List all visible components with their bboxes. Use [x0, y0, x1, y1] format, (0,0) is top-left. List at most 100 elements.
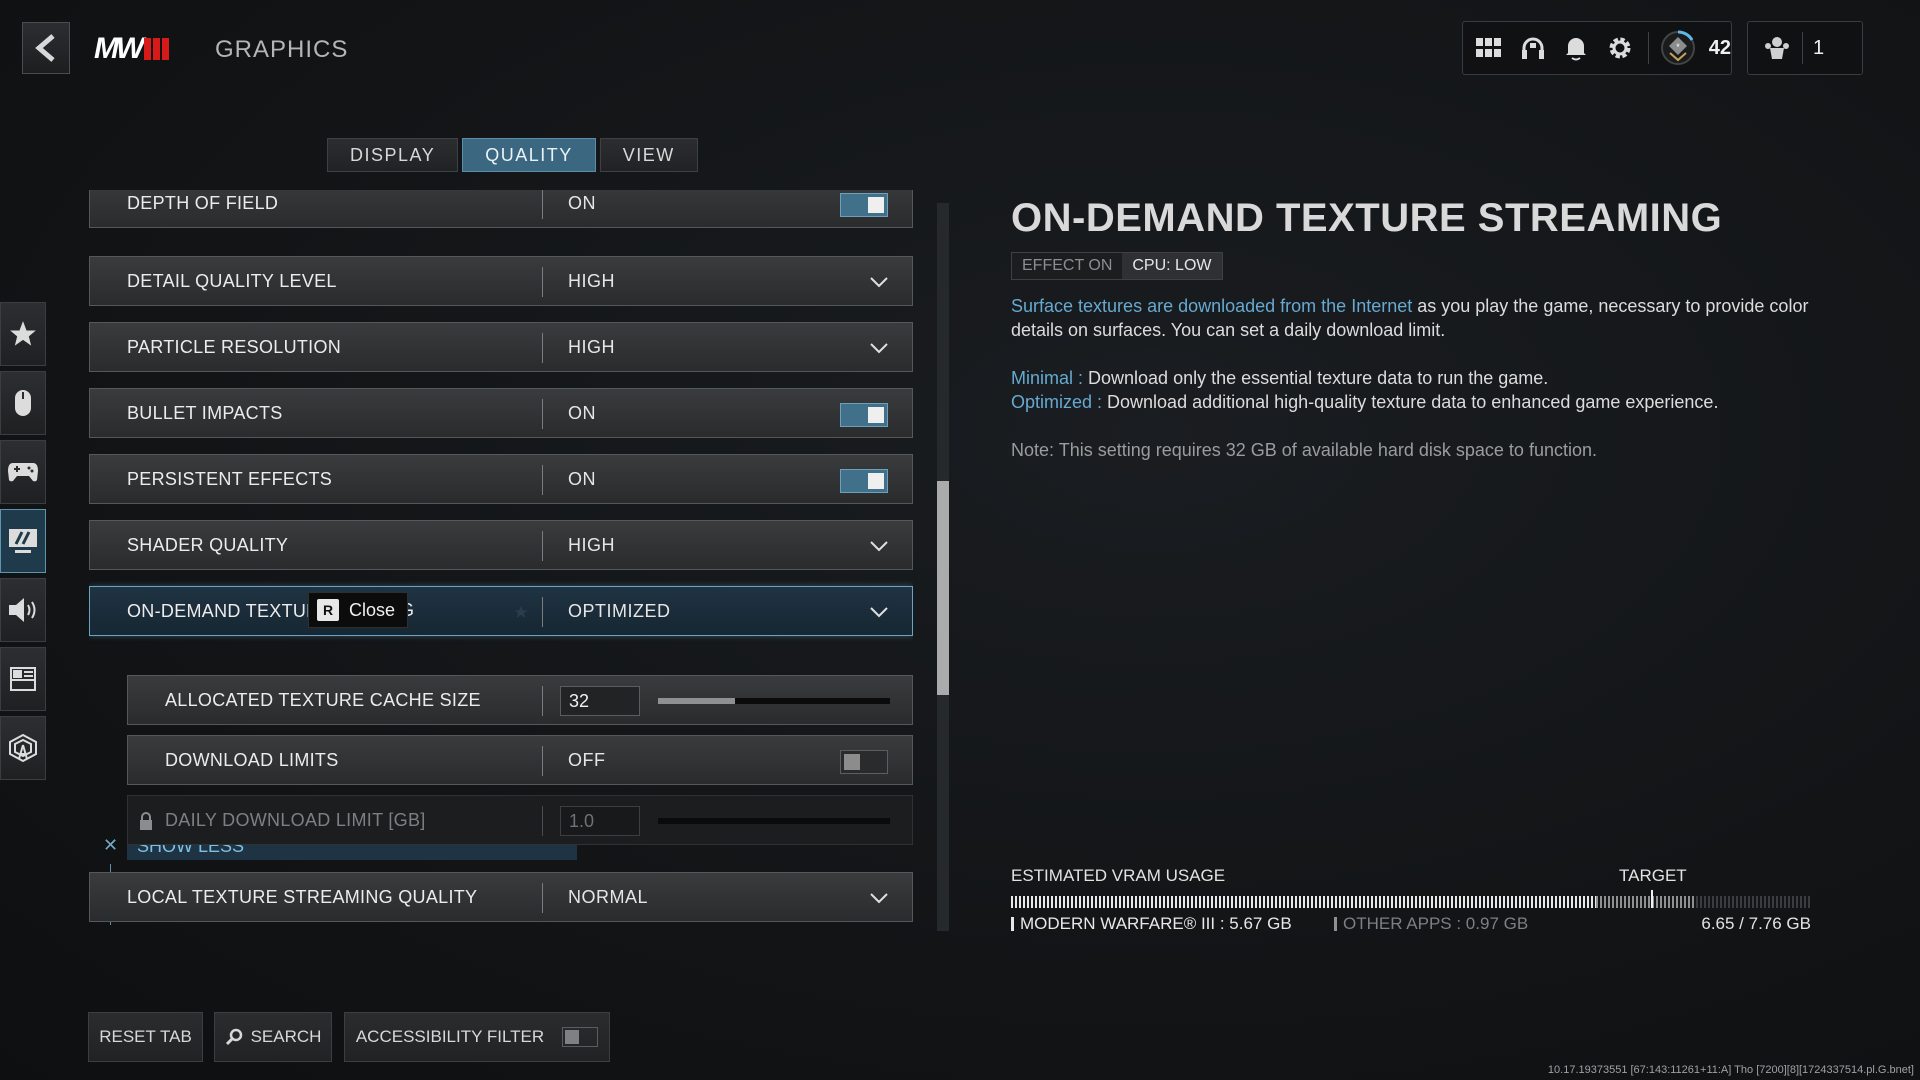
- setting-label: ALLOCATED TEXTURE CACHE SIZE: [165, 689, 481, 710]
- chevron-down-icon[interactable]: [868, 535, 890, 557]
- sidebar-item-controller[interactable]: [0, 440, 46, 504]
- sidebar-item-interface[interactable]: [0, 647, 46, 711]
- cpu-badge: CPU: LOW: [1122, 253, 1222, 279]
- detail-option-optimized: Optimized : Download additional high-qua…: [1011, 390, 1811, 414]
- chevron-left-icon: [35, 34, 55, 62]
- setting-value: HIGH: [568, 336, 615, 357]
- back-button[interactable]: [22, 22, 70, 74]
- reset-tab-button[interactable]: RESET TAB: [88, 1012, 203, 1062]
- settings-tabs: DISPLAY QUALITY VIEW: [327, 138, 698, 172]
- bullet-impacts-toggle[interactable]: [840, 403, 888, 427]
- row-divider: [542, 883, 543, 913]
- tab-quality[interactable]: QUALITY: [462, 138, 596, 172]
- row-divider: [542, 746, 543, 776]
- row-divider: [542, 267, 543, 297]
- cache-size-slider[interactable]: [658, 698, 890, 704]
- legend-swatch: [1011, 917, 1014, 931]
- monitor-icon: [9, 529, 37, 553]
- chevron-down-icon[interactable]: [868, 887, 890, 909]
- impact-badges: EFFECT ON CPU: LOW: [1011, 252, 1223, 280]
- sidebar-item-network[interactable]: [0, 716, 46, 780]
- slider-fill: [658, 698, 735, 704]
- setting-download-limits[interactable]: DOWNLOAD LIMITS OFF: [127, 735, 913, 785]
- setting-label: DEPTH OF FIELD: [127, 192, 279, 213]
- setting-value: ON: [568, 192, 596, 213]
- game-logo: MW: [94, 32, 170, 65]
- row-divider: [542, 465, 543, 495]
- page-title: GRAPHICS: [215, 36, 349, 63]
- row-divider: [542, 531, 543, 561]
- search-button[interactable]: SEARCH: [214, 1012, 332, 1062]
- apps-grid-icon[interactable]: [1473, 32, 1505, 64]
- setting-allocated-texture-cache-size[interactable]: ALLOCATED TEXTURE CACHE SIZE 32: [127, 675, 913, 725]
- gear-icon[interactable]: [1604, 32, 1636, 64]
- row-divider: [542, 597, 543, 627]
- setting-value: ON: [568, 402, 596, 423]
- vram-target-marker: [1651, 890, 1653, 908]
- setting-bullet-impacts[interactable]: BULLET IMPACTS ON: [89, 388, 913, 438]
- scrollbar-thumb[interactable]: [937, 481, 949, 695]
- cache-size-input[interactable]: 32: [560, 686, 640, 716]
- vram-free-segment: [1695, 896, 1811, 908]
- sidebar-item-graphics[interactable]: [0, 509, 46, 573]
- sidebar-item-mouse-keyboard[interactable]: [0, 371, 46, 435]
- vram-game-segment: [1011, 896, 1596, 908]
- legend-label: MODERN WARFARE® III : 5.67 GB: [1020, 914, 1292, 933]
- rank-badge-icon[interactable]: *: [1659, 29, 1697, 67]
- favorite-star-icon[interactable]: [514, 605, 528, 619]
- tab-view[interactable]: VIEW: [599, 138, 698, 172]
- party-widget[interactable]: 1: [1747, 21, 1863, 75]
- row-divider: [542, 190, 543, 219]
- setting-value: HIGH: [568, 270, 615, 291]
- setting-label: DAILY DOWNLOAD LIMIT [GB]: [165, 809, 426, 830]
- close-tooltip[interactable]: R Close: [308, 592, 409, 628]
- setting-depth-of-field[interactable]: DEPTH OF FIELD ON: [89, 190, 913, 228]
- sidebar-item-favorites[interactable]: [0, 302, 46, 366]
- tab-display[interactable]: DISPLAY: [327, 138, 459, 172]
- setting-detail-quality-level[interactable]: DETAIL QUALITY LEVEL HIGH: [89, 256, 913, 306]
- setting-label: BULLET IMPACTS: [127, 402, 283, 423]
- accessibility-filter-toggle[interactable]: [562, 1027, 599, 1047]
- setting-label: ON-DEMAND TEXTURE: [127, 600, 332, 621]
- speaker-icon: [9, 598, 36, 622]
- persistent-effects-toggle[interactable]: [840, 469, 888, 493]
- setting-local-texture-streaming-quality[interactable]: LOCAL TEXTURE STREAMING QUALITY NORMAL: [89, 872, 913, 922]
- setting-persistent-effects[interactable]: PERSISTENT EFFECTS ON: [89, 454, 913, 504]
- chevron-down-icon[interactable]: [868, 601, 890, 623]
- settings-list: DEPTH OF FIELD ON DETAIL QUALITY LEVEL H…: [89, 190, 913, 925]
- setting-daily-download-limit: DAILY DOWNLOAD LIMIT [GB] 1.0: [127, 795, 913, 845]
- gamepad-icon: [8, 463, 38, 482]
- layout-icon: [10, 667, 36, 691]
- setting-label: LOCAL TEXTURE STREAMING QUALITY: [127, 886, 478, 907]
- collapse-close-icon[interactable]: ✕: [103, 835, 118, 856]
- vram-legend-other: OTHER APPS : 0.97 GB: [1334, 914, 1528, 934]
- sidebar-item-audio[interactable]: [0, 578, 46, 642]
- chevron-down-icon[interactable]: [868, 271, 890, 293]
- detail-note: Note: This setting requires 32 GB of ava…: [1011, 440, 1597, 460]
- bell-icon[interactable]: [1560, 32, 1592, 64]
- detail-option-minimal: Minimal : Download only the essential te…: [1011, 366, 1811, 390]
- download-limits-toggle[interactable]: [840, 750, 888, 774]
- headset-icon[interactable]: [1517, 32, 1549, 64]
- depth-of-field-toggle[interactable]: [840, 193, 888, 217]
- accessibility-filter-button[interactable]: ACCESSIBILITY FILTER: [344, 1012, 610, 1062]
- lock-icon: [140, 812, 152, 830]
- detail-title: ON-DEMAND TEXTURE STREAMING: [1011, 196, 1723, 240]
- setting-shader-quality[interactable]: SHADER QUALITY HIGH: [89, 520, 913, 570]
- settings-scrollbar[interactable]: [937, 203, 949, 931]
- build-info: 10.17.19373551 [67:143:11261+11:A] Tho […: [1547, 1064, 1914, 1076]
- vram-target-label: TARGET: [1619, 866, 1687, 885]
- description-highlight: Surface textures are downloaded from the…: [1011, 296, 1413, 316]
- setting-label: PARTICLE RESOLUTION: [127, 336, 342, 357]
- row-divider: [542, 333, 543, 363]
- option-label: Minimal :: [1011, 368, 1084, 388]
- settings-category-sidebar: [0, 302, 46, 785]
- mouse-icon: [15, 390, 31, 416]
- setting-on-demand-texture-streaming[interactable]: ON-DEMAND TEXTURE OPTIMIZED: [89, 586, 913, 636]
- chevron-down-icon[interactable]: [868, 337, 890, 359]
- search-label: SEARCH: [250, 1027, 322, 1046]
- svg-text:*: *: [1676, 42, 1680, 52]
- setting-value: OPTIMIZED: [568, 600, 671, 621]
- vram-legend-game: MODERN WARFARE® III : 5.67 GB: [1011, 914, 1292, 934]
- setting-particle-resolution[interactable]: PARTICLE RESOLUTION HIGH: [89, 322, 913, 372]
